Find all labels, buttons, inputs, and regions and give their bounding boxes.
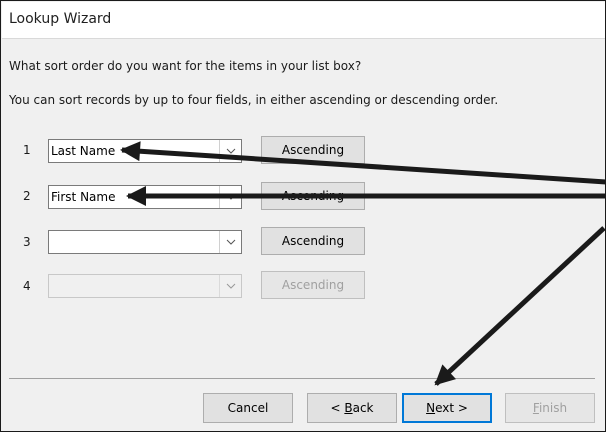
title-bar: Lookup Wizard: [2, 2, 605, 39]
sort-question: What sort order do you want for the item…: [9, 59, 362, 73]
sort-order-button-1[interactable]: Ascending: [261, 136, 365, 164]
sort-order-button-3[interactable]: Ascending: [261, 227, 365, 255]
row-number-2: 2: [23, 189, 31, 203]
sort-field-combo-4: [48, 274, 242, 298]
finish-button: Finish: [505, 393, 595, 423]
sort-field-combo-3[interactable]: [48, 230, 242, 254]
back-label-rest: ack: [352, 401, 374, 415]
back-mnemonic: B: [344, 401, 353, 415]
cancel-button[interactable]: Cancel: [203, 393, 293, 423]
sort-field-value-1: Last Name: [51, 144, 116, 158]
window-title: Lookup Wizard: [9, 11, 112, 27]
chevron-down-icon[interactable]: [219, 186, 241, 208]
chevron-down-icon[interactable]: [219, 231, 241, 253]
chevron-down-icon[interactable]: [219, 140, 241, 162]
back-button[interactable]: < Back: [307, 393, 397, 423]
sort-order-button-2[interactable]: Ascending: [261, 182, 365, 210]
sort-field-combo-2[interactable]: First Name: [48, 185, 242, 209]
row-number-1: 1: [23, 143, 31, 157]
next-button[interactable]: Next >: [402, 393, 492, 423]
row-number-4: 4: [23, 279, 31, 293]
sort-field-combo-1[interactable]: Last Name: [48, 139, 242, 163]
chevron-down-icon: [219, 275, 241, 297]
next-label-rest: ext >: [435, 401, 468, 415]
lookup-wizard-dialog: Lookup Wizard What sort order do you wan…: [0, 0, 606, 432]
next-mnemonic: N: [426, 401, 436, 415]
sort-instruction: You can sort records by up to four field…: [9, 93, 499, 107]
row-number-3: 3: [23, 235, 31, 249]
finish-label-rest: inish: [538, 401, 568, 415]
sort-order-button-4: Ascending: [261, 271, 365, 299]
separator-line: [9, 378, 595, 379]
sort-field-value-2: First Name: [51, 190, 116, 204]
back-label-prefix: <: [330, 401, 345, 415]
